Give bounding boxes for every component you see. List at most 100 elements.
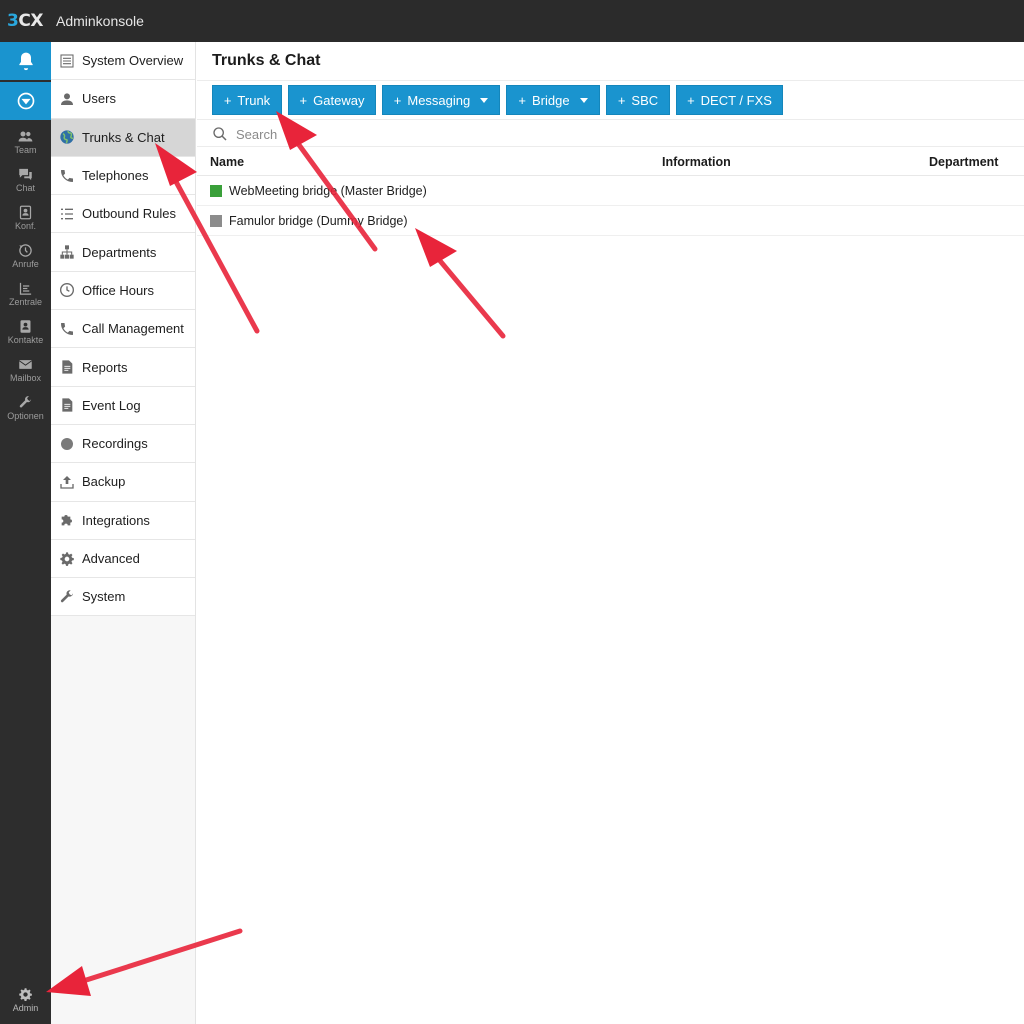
chevron-down-icon <box>579 97 588 103</box>
nav-item-label: Users <box>82 91 116 107</box>
nav-item-label: System <box>82 589 126 605</box>
plus-icon: + <box>223 92 232 108</box>
phone-icon <box>61 169 73 182</box>
nav-item-advanced[interactable]: Advanced <box>51 539 195 579</box>
rail-item-team[interactable]: Team <box>0 123 51 161</box>
nav-item-telephones[interactable]: Telephones <box>51 156 195 196</box>
list-icon <box>60 54 74 68</box>
mailbox-icon <box>18 360 33 369</box>
wrench-icon <box>19 396 32 408</box>
nav-item-reports[interactable]: Reports <box>51 348 195 387</box>
main-content: Trunks & Chat + Trunk + Gateway + Messaging… <box>197 42 1024 1024</box>
title-divider <box>197 80 1024 81</box>
app-title: Adminkonsole <box>56 13 144 29</box>
chevron-down-icon <box>480 97 489 103</box>
rail-item-options[interactable]: Optionen <box>0 389 51 427</box>
add-gateway-button[interactable]: + Gateway <box>288 85 376 115</box>
rail-label: Kontakte <box>7 335 44 345</box>
search-input[interactable] <box>236 126 436 142</box>
nav-item-departments[interactable]: Departments <box>51 233 195 272</box>
chat-icon <box>19 168 32 181</box>
nav-item-label: Recordings <box>82 436 148 452</box>
nav-item-recordings[interactable]: Recordings <box>51 424 195 464</box>
nav-item-label: Advanced <box>82 551 140 566</box>
phone-icon <box>61 322 73 335</box>
rail-item-admin[interactable]: Admin <box>0 982 51 1018</box>
table-row[interactable]: Famulor bridge (Dummy Bridge) <box>197 206 1024 236</box>
column-header-department[interactable]: Department <box>929 155 998 169</box>
nav-item-label: Reports <box>82 359 128 375</box>
rail-item-calls[interactable]: Anrufe <box>0 237 51 275</box>
bell-icon <box>18 52 33 71</box>
nav-item-label: Integrations <box>82 512 150 528</box>
nav-item-label: Event Log <box>82 397 141 413</box>
table-row[interactable]: WebMeeting bridge (Master Bridge) <box>197 176 1024 206</box>
add-bridge-button[interactable]: + Bridge <box>506 85 600 115</box>
nav-item-event-log[interactable]: Event Log <box>51 386 195 425</box>
document-icon <box>62 398 73 412</box>
top-bar: 3CX Adminkonsole <box>0 0 1024 42</box>
plus-icon: + <box>617 92 626 108</box>
search-icon <box>213 127 227 141</box>
nav-panel: System Overview Users Trunks & Chat Tele… <box>51 42 196 1024</box>
add-messaging-button[interactable]: + Messaging <box>382 85 500 115</box>
rail-item-mailbox[interactable]: Mailbox <box>0 351 51 389</box>
gear-icon <box>19 988 32 1001</box>
rail-label: Team <box>14 145 37 155</box>
column-header-name[interactable]: Name <box>210 155 244 169</box>
plus-icon: + <box>687 92 695 108</box>
rail-label: Konf. <box>14 221 36 231</box>
switchboard-icon <box>19 282 32 295</box>
add-dect-fxs-button[interactable]: + DECT / FXS <box>676 85 783 115</box>
row-name: WebMeeting bridge (Master Bridge) <box>229 184 427 198</box>
nav-item-label: Outbound Rules <box>82 206 176 222</box>
clock-icon <box>60 283 74 298</box>
rail-item-switchboard[interactable]: Zentrale <box>0 275 51 313</box>
nav-item-users[interactable]: Users <box>51 80 195 119</box>
nav-item-integrations[interactable]: Integrations <box>51 501 195 540</box>
table-header: Name Information Department <box>197 146 1024 176</box>
nav-item-outbound-rules[interactable]: Outbound Rules <box>51 195 195 234</box>
nav-item-backup[interactable]: Backup <box>51 463 195 502</box>
rail-label: Anrufe <box>12 259 39 269</box>
nav-item-label: Office Hours <box>82 282 155 298</box>
rail-item-chat[interactable]: Chat <box>0 161 51 199</box>
rail-label: Zentrale <box>8 297 43 307</box>
search-bar <box>212 123 436 145</box>
wrench-icon <box>60 590 73 603</box>
calls-icon <box>19 244 32 257</box>
nav-item-system[interactable]: System <box>51 578 195 617</box>
rules-icon <box>61 208 73 220</box>
plus-icon: + <box>299 92 308 108</box>
cell-name: Famulor bridge (Dummy Bridge) <box>210 214 408 228</box>
plus-icon: + <box>393 92 402 108</box>
nav-item-label: Backup <box>82 474 126 490</box>
column-header-information[interactable]: Information <box>662 155 731 169</box>
3cx-logo[interactable]: 3CX <box>0 11 50 31</box>
rail-label: Mailbox <box>9 373 41 383</box>
nav-item-label: Departments <box>82 244 157 260</box>
nav-item-label: Trunks & Chat <box>82 129 165 145</box>
user-icon <box>61 93 73 105</box>
nav-item-label: Call Management <box>82 321 184 337</box>
add-sbc-button[interactable]: + SBC <box>606 85 670 115</box>
brand-chevron-icon <box>17 92 34 110</box>
add-trunk-button[interactable]: + Trunk <box>212 85 282 115</box>
rail-label: Chat <box>15 183 35 193</box>
notifications-button[interactable] <box>0 42 51 80</box>
upload-icon <box>60 475 74 489</box>
status-indicator <box>210 185 222 197</box>
document-icon <box>62 360 73 374</box>
icon-rail: Team Chat Konf. Anrufe Zentrale Kontakte… <box>0 42 51 1024</box>
nav-item-system-overview[interactable]: System Overview <box>51 42 195 81</box>
rail-label-admin: Admin <box>12 1003 39 1013</box>
nav-item-call-management[interactable]: Call Management <box>51 310 195 349</box>
nav-item-office-hours[interactable]: Office Hours <box>51 271 195 311</box>
rail-item-contacts[interactable]: Kontakte <box>0 313 51 351</box>
team-icon <box>18 131 33 142</box>
page-title: Trunks & Chat <box>212 52 321 69</box>
brand-button[interactable] <box>0 82 51 120</box>
rail-item-conference[interactable]: Konf. <box>0 199 51 237</box>
nav-item-label: System Overview <box>82 53 184 69</box>
nav-item-trunks-chat[interactable]: Trunks & Chat <box>51 118 195 157</box>
